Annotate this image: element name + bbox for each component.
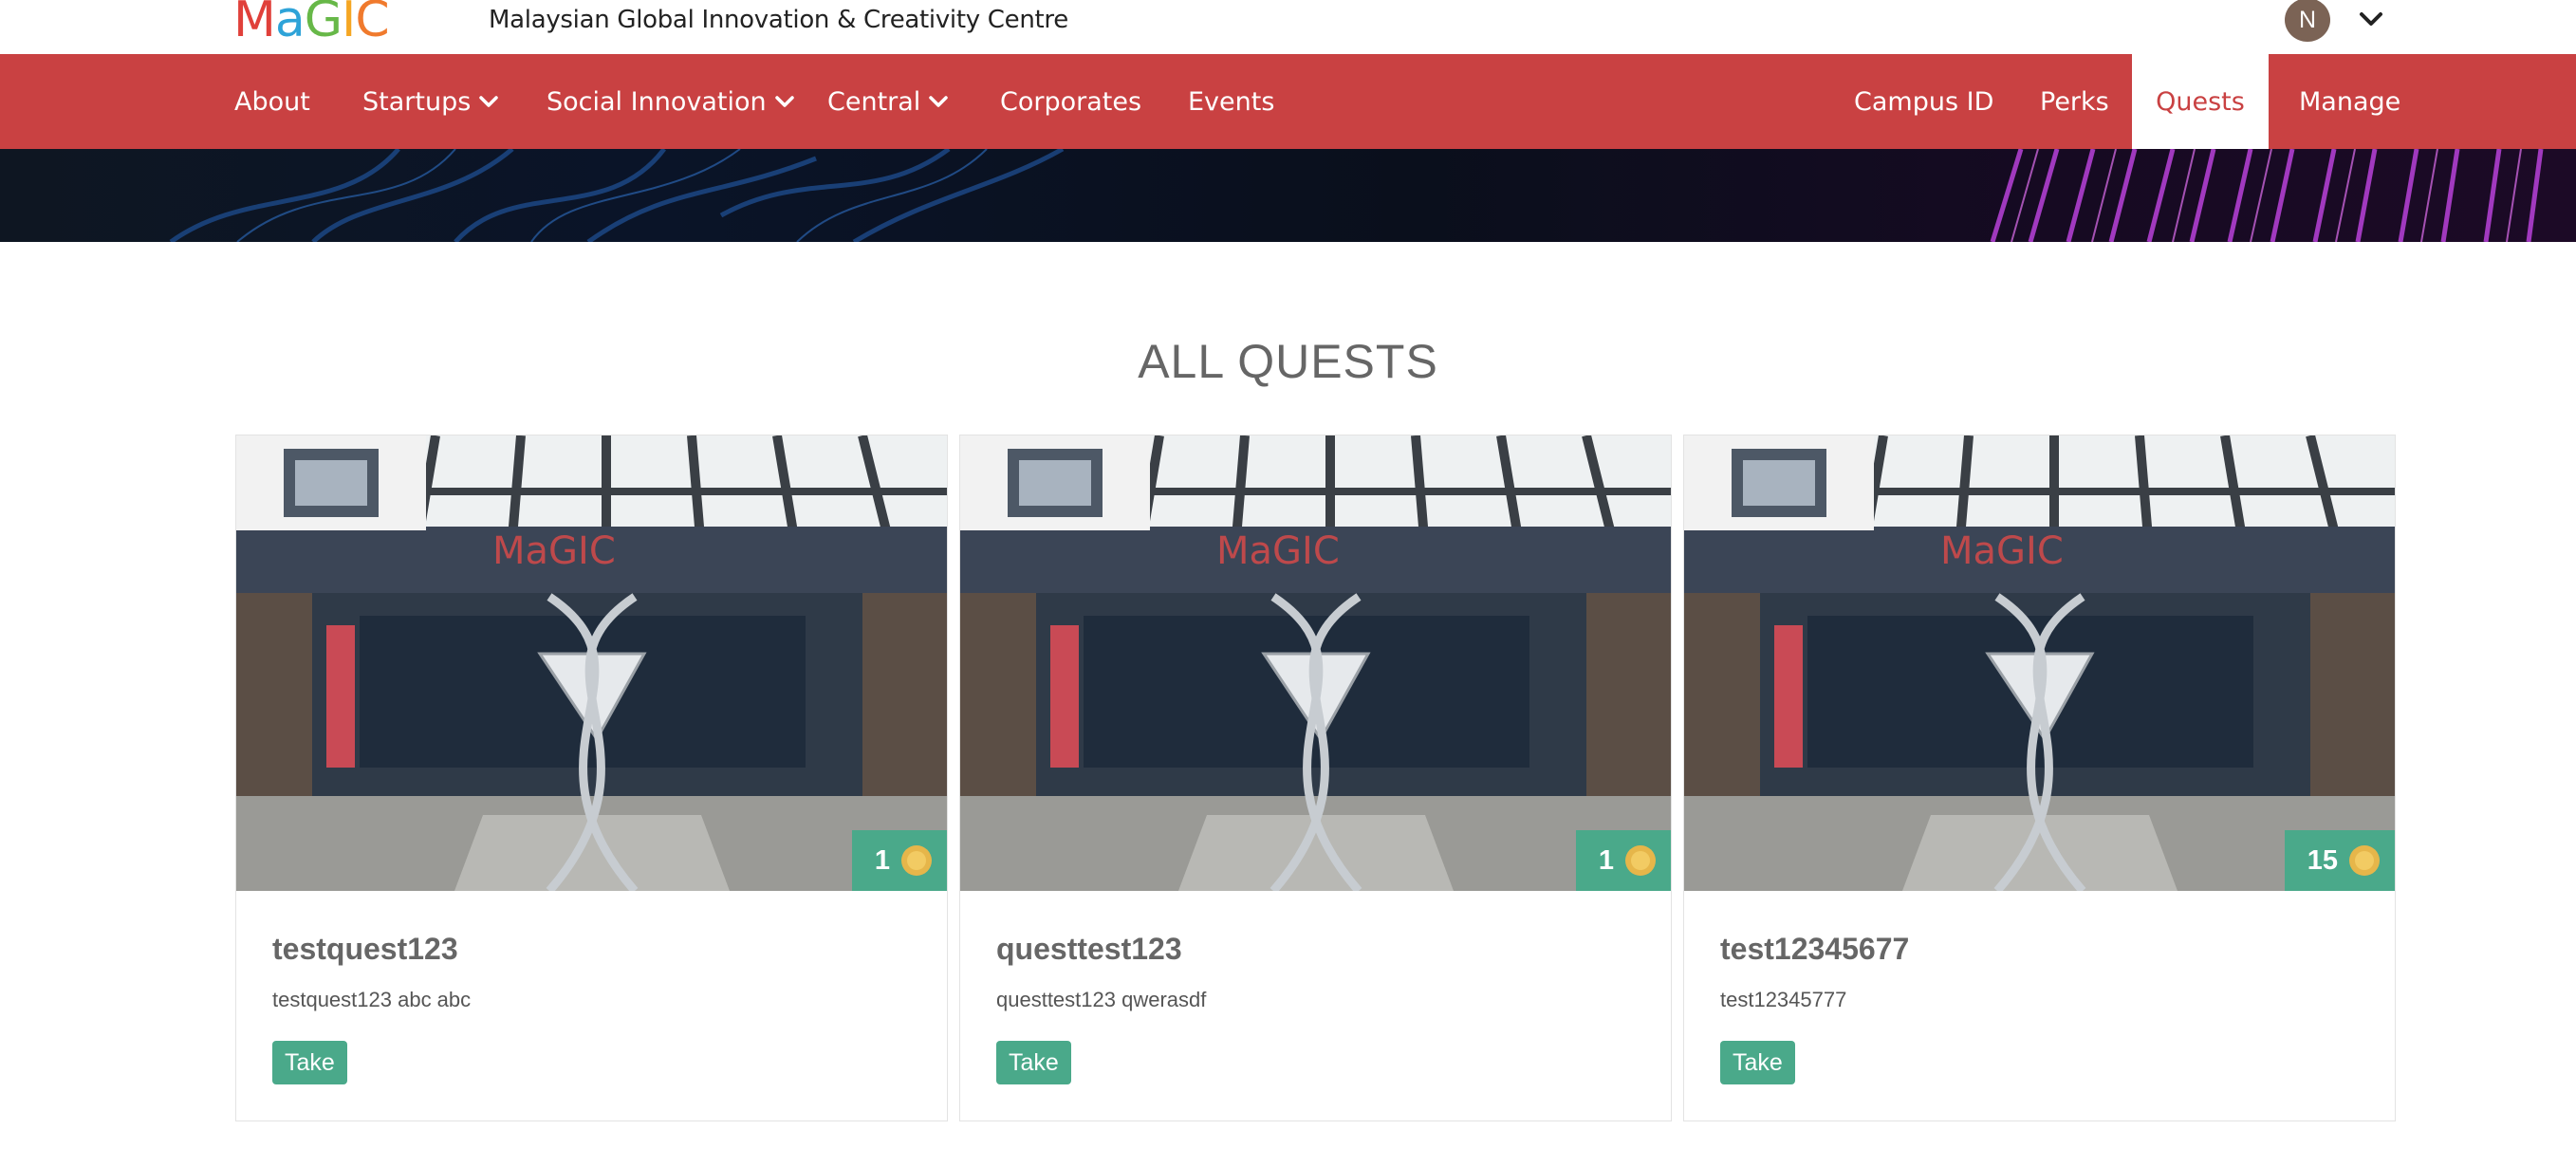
- nav-label: Quests: [2156, 86, 2245, 117]
- coin-icon: [1625, 845, 1656, 876]
- nav-item-campus-id[interactable]: Campus ID: [1854, 54, 1993, 149]
- quest-card[interactable]: MaGIC 1 testquest123 testquest123 abc ab…: [235, 435, 948, 1121]
- top-bar: M a G I C Malaysian Global Innovation & …: [0, 0, 2576, 54]
- coin-icon: [901, 845, 932, 876]
- take-button[interactable]: Take: [996, 1041, 1071, 1084]
- reward-badge: 15: [2284, 830, 2395, 891]
- logo-letter-c: C: [355, 0, 389, 48]
- nav-label: Events: [1188, 86, 1275, 117]
- nav-label: Startups: [362, 86, 472, 117]
- logo-letter-i: I: [342, 0, 356, 48]
- take-button[interactable]: Take: [272, 1041, 347, 1084]
- reward-points: 1: [874, 844, 890, 876]
- org-name: Malaysian Global Innovation & Creativity…: [489, 6, 1068, 34]
- quest-card-body: test12345677 test12345777: [1720, 932, 2366, 1012]
- quest-image: MaGIC 15: [1684, 435, 2395, 891]
- main-nav: About Startups Social Innovation Central…: [0, 54, 2576, 149]
- svg-text:MaGIC: MaGIC: [1216, 529, 1340, 573]
- nav-label: Corporates: [1000, 86, 1142, 117]
- reward-badge: 1: [851, 830, 947, 891]
- nav-item-perks[interactable]: Perks: [2040, 54, 2109, 149]
- building-photo: MaGIC: [1684, 435, 2395, 891]
- quest-card[interactable]: MaGIC 1 questtest123 questtest123 qweras…: [959, 435, 1672, 1121]
- quest-description: questtest123 qwerasdf: [996, 988, 1207, 1011]
- quest-title[interactable]: testquest123: [272, 932, 918, 967]
- page-title: ALL QUESTS: [1138, 335, 1438, 388]
- user-avatar[interactable]: N: [2285, 0, 2330, 42]
- quest-card-body: testquest123 testquest123 abc abc: [272, 932, 918, 1012]
- quest-title[interactable]: test12345677: [1720, 932, 2366, 967]
- chevron-down-icon: [774, 96, 794, 107]
- nav-label: Perks: [2040, 86, 2109, 117]
- magic-logo[interactable]: M a G I C: [233, 0, 390, 48]
- quest-card[interactable]: MaGIC 15 test12345677 test12345777 Take: [1683, 435, 2396, 1121]
- building-photo: MaGIC: [236, 435, 947, 891]
- quest-title[interactable]: questtest123: [996, 932, 1642, 967]
- reward-badge: 1: [1575, 830, 1671, 891]
- take-button[interactable]: Take: [1720, 1041, 1795, 1084]
- nav-item-social-innovation[interactable]: Social Innovation: [547, 54, 795, 149]
- chevron-down-icon: [929, 96, 949, 107]
- nav-item-manage[interactable]: Manage: [2299, 54, 2400, 149]
- nav-label: Manage: [2299, 86, 2401, 117]
- nav-label: About: [234, 86, 310, 117]
- logo-letter-g: G: [304, 0, 343, 48]
- nav-label: Central: [827, 86, 921, 117]
- logo-letter-a: a: [274, 0, 306, 48]
- nav-label: Campus ID: [1854, 86, 1994, 117]
- nav-item-quests[interactable]: Quests: [2132, 54, 2269, 149]
- svg-text:MaGIC: MaGIC: [1940, 529, 2064, 573]
- nav-item-central[interactable]: Central: [827, 54, 949, 149]
- quest-image: MaGIC 1: [236, 435, 947, 891]
- quest-card-body: questtest123 questtest123 qwerasdf: [996, 932, 1642, 1012]
- nav-item-corporates[interactable]: Corporates: [1000, 54, 1141, 149]
- svg-text:MaGIC: MaGIC: [492, 529, 616, 573]
- hero-banner: [0, 149, 2576, 242]
- building-photo: MaGIC: [960, 435, 1671, 891]
- reward-points: 1: [1598, 844, 1614, 876]
- nav-label: Social Innovation: [547, 86, 767, 117]
- logo-letter-m: M: [233, 0, 276, 48]
- nav-item-about[interactable]: About: [234, 54, 310, 149]
- reward-points: 15: [2307, 844, 2338, 876]
- quest-description: testquest123 abc abc: [272, 988, 472, 1011]
- chevron-down-icon[interactable]: [2357, 8, 2385, 30]
- nav-item-events[interactable]: Events: [1188, 54, 1274, 149]
- nav-item-startups[interactable]: Startups: [362, 54, 499, 149]
- quest-description: test12345777: [1720, 988, 1847, 1011]
- quest-image: MaGIC 1: [960, 435, 1671, 891]
- chevron-down-icon: [479, 96, 499, 107]
- coin-icon: [2349, 845, 2380, 876]
